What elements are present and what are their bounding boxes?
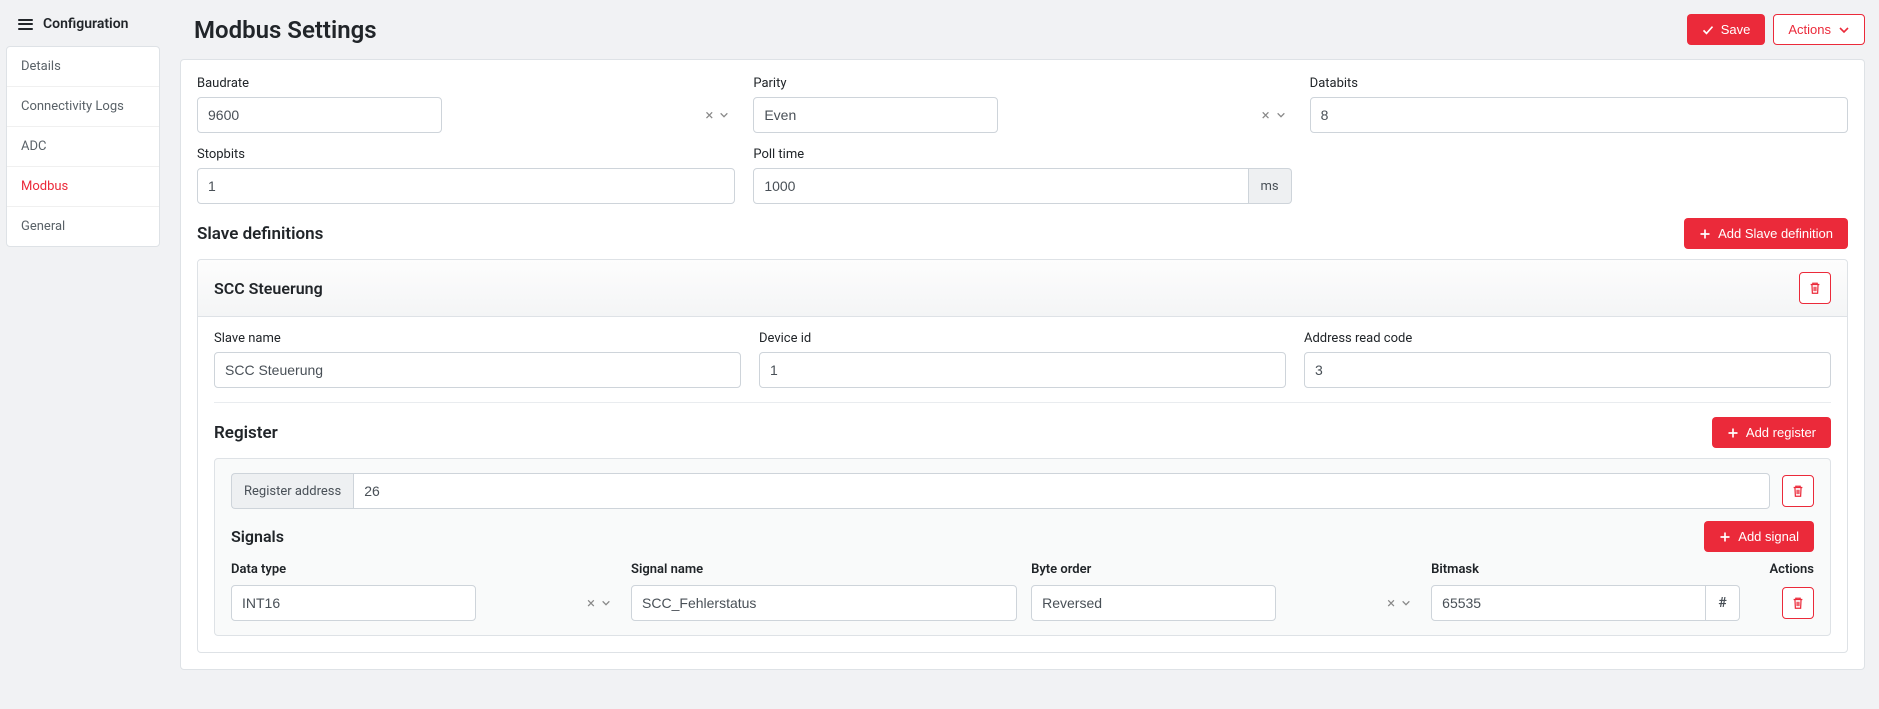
add-slave-button[interactable]: Add Slave definition bbox=[1684, 218, 1848, 249]
add-slave-label: Add Slave definition bbox=[1718, 226, 1833, 241]
trash-icon bbox=[1808, 281, 1822, 295]
register-title: Register bbox=[214, 423, 278, 443]
plus-icon bbox=[1699, 228, 1711, 240]
save-label: Save bbox=[1721, 22, 1751, 37]
register-address-label: Register address bbox=[231, 473, 353, 509]
slave-name-input[interactable] bbox=[214, 352, 741, 388]
polltime-unit: ms bbox=[1249, 168, 1292, 204]
sidebar-nav: Details Connectivity Logs ADC Modbus Gen… bbox=[6, 46, 160, 247]
col-bitmask: Bitmask bbox=[1431, 562, 1740, 577]
sidebar-title: Configuration bbox=[43, 16, 128, 32]
check-icon bbox=[1702, 24, 1714, 36]
signal-name-input[interactable] bbox=[631, 585, 1017, 621]
parity-label: Parity bbox=[753, 76, 1291, 91]
chevron-down-icon[interactable] bbox=[601, 598, 611, 608]
baudrate-label: Baudrate bbox=[197, 76, 735, 91]
sidebar-header: Configuration bbox=[6, 6, 160, 42]
save-button[interactable]: Save bbox=[1687, 14, 1766, 45]
delete-slave-button[interactable] bbox=[1799, 272, 1831, 304]
clear-icon[interactable]: × bbox=[705, 106, 713, 124]
trash-icon bbox=[1791, 484, 1805, 498]
trash-icon bbox=[1791, 596, 1805, 610]
clear-icon[interactable]: × bbox=[1262, 106, 1270, 124]
address-read-code-input[interactable] bbox=[1304, 352, 1831, 388]
sidebar-item-connectivity-logs[interactable]: Connectivity Logs bbox=[7, 87, 159, 127]
clear-icon[interactable]: × bbox=[587, 594, 595, 612]
databits-label: Databits bbox=[1310, 76, 1848, 91]
slave-definitions-title: Slave definitions bbox=[197, 224, 323, 244]
chevron-down-icon[interactable] bbox=[1276, 110, 1286, 120]
sidebar-item-adc[interactable]: ADC bbox=[7, 127, 159, 167]
sidebar-item-modbus[interactable]: Modbus bbox=[7, 167, 159, 207]
device-id-label: Device id bbox=[759, 331, 1286, 346]
chevron-down-icon bbox=[1838, 24, 1850, 36]
add-register-label: Add register bbox=[1746, 425, 1816, 440]
parity-select[interactable] bbox=[753, 97, 998, 133]
col-actions: Actions bbox=[1754, 562, 1814, 577]
col-signal-name: Signal name bbox=[631, 562, 1017, 577]
byte-order-select[interactable] bbox=[1031, 585, 1276, 621]
device-id-input[interactable] bbox=[759, 352, 1286, 388]
chevron-down-icon[interactable] bbox=[719, 110, 729, 120]
databits-input[interactable] bbox=[1310, 97, 1848, 133]
polltime-input[interactable] bbox=[753, 168, 1248, 204]
delete-signal-button[interactable] bbox=[1782, 587, 1814, 619]
register-address-input[interactable] bbox=[353, 473, 1770, 509]
signals-title: Signals bbox=[231, 527, 284, 546]
actions-label: Actions bbox=[1788, 22, 1831, 37]
add-signal-label: Add signal bbox=[1738, 529, 1799, 544]
col-data-type: Data type bbox=[231, 562, 617, 577]
clear-icon[interactable]: × bbox=[1387, 594, 1395, 612]
col-byte-order: Byte order bbox=[1031, 562, 1417, 577]
sidebar-item-details[interactable]: Details bbox=[7, 47, 159, 87]
bitmask-hash-button[interactable]: # bbox=[1706, 585, 1740, 621]
plus-icon bbox=[1719, 531, 1731, 543]
page-title: Modbus Settings bbox=[194, 16, 377, 44]
bitmask-input[interactable] bbox=[1431, 585, 1706, 621]
address-read-code-label: Address read code bbox=[1304, 331, 1831, 346]
hamburger-icon[interactable] bbox=[18, 19, 33, 30]
chevron-down-icon[interactable] bbox=[1401, 598, 1411, 608]
slave-title: SCC Steuerung bbox=[214, 279, 323, 298]
add-signal-button[interactable]: Add signal bbox=[1704, 521, 1814, 552]
stopbits-label: Stopbits bbox=[197, 147, 735, 162]
baudrate-select[interactable] bbox=[197, 97, 442, 133]
add-register-button[interactable]: Add register bbox=[1712, 417, 1831, 448]
data-type-select[interactable] bbox=[231, 585, 476, 621]
polltime-label: Poll time bbox=[753, 147, 1291, 162]
sidebar-item-general[interactable]: General bbox=[7, 207, 159, 246]
delete-register-button[interactable] bbox=[1782, 475, 1814, 507]
plus-icon bbox=[1727, 427, 1739, 439]
slave-name-label: Slave name bbox=[214, 331, 741, 346]
actions-button[interactable]: Actions bbox=[1773, 14, 1865, 45]
stopbits-input[interactable] bbox=[197, 168, 735, 204]
